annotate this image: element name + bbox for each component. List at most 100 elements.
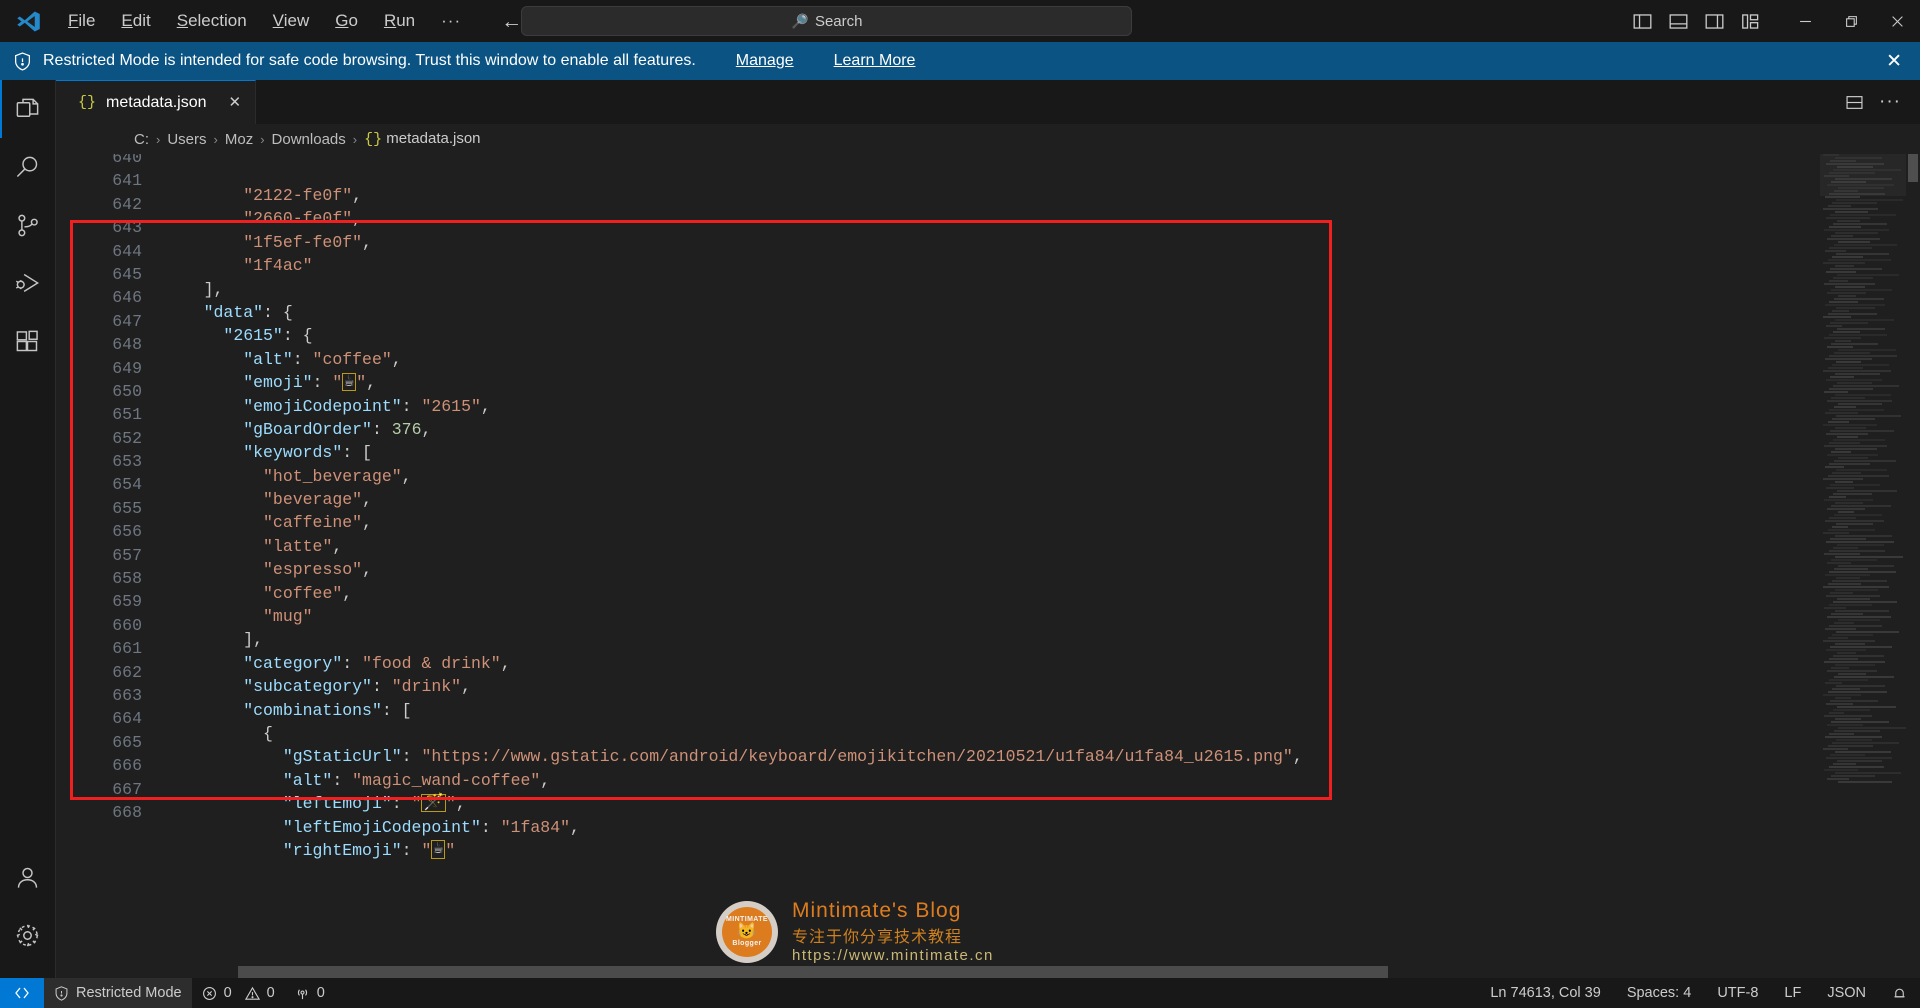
problems-status[interactable]: 0 0 (192, 978, 285, 1008)
line-number: 646 (112, 288, 142, 308)
code-line[interactable]: "rightEmoji": " ☕ " (164, 839, 1920, 862)
ports-status[interactable]: 0 (285, 978, 335, 1008)
banner-learn-more-link[interactable]: Learn More (834, 52, 916, 70)
language-mode-status[interactable]: JSON (1814, 978, 1879, 1008)
code-line[interactable]: "1f5ef-fe0f", (164, 231, 1920, 254)
code-line[interactable]: "subcategory": "drink", (164, 675, 1920, 698)
code-line[interactable]: "gBoardOrder": 376, (164, 418, 1920, 441)
horizontal-scrollbar[interactable] (164, 966, 1820, 978)
breadcrumb-separator: › (156, 131, 161, 147)
split-editor-icon[interactable] (1838, 86, 1870, 118)
sidebar-item-source-control[interactable] (0, 196, 56, 254)
code-token: "food & drink" (362, 653, 501, 673)
cursor-position-status[interactable]: Ln 74613, Col 39 (1477, 978, 1613, 1008)
code-line[interactable]: "emojiCodepoint": "2615", (164, 395, 1920, 418)
customize-layout-icon[interactable] (1732, 6, 1768, 36)
code-line[interactable]: "alt": "coffee", (164, 348, 1920, 371)
code-line[interactable]: "2615": { (164, 324, 1920, 347)
code-token: : (401, 747, 422, 767)
code-line[interactable]: "gStaticUrl": "https://www.gstatic.com/a… (164, 745, 1920, 768)
code-token: "leftEmoji" (282, 794, 392, 814)
code-line[interactable]: "leftEmoji": " 🪄 ", (164, 792, 1920, 815)
code-line[interactable]: "latte", (164, 535, 1920, 558)
code-line[interactable]: "caffeine", (164, 511, 1920, 534)
horizontal-scrollbar-thumb[interactable] (238, 966, 1388, 978)
sidebar-item-settings[interactable] (0, 906, 56, 964)
sidebar-item-search[interactable] (0, 138, 56, 196)
line-number: 641 (112, 171, 142, 191)
sidebar-item-extensions[interactable] (0, 312, 56, 370)
sidebar-item-run-debug[interactable] (0, 254, 56, 312)
radio-tower-icon (297, 988, 307, 999)
code-line[interactable]: "1f4ac" (164, 254, 1920, 277)
code-line[interactable]: "combinations": [ (164, 699, 1920, 722)
more-actions-icon[interactable]: ··· (1874, 86, 1906, 118)
breadcrumb-segment-0[interactable]: C: (134, 131, 149, 148)
indentation-status[interactable]: Spaces: 4 (1614, 978, 1705, 1008)
menu-view[interactable]: View (261, 7, 322, 35)
banner-manage-link[interactable]: Manage (736, 52, 794, 70)
breadcrumb-segment-2[interactable]: Moz (225, 131, 253, 148)
code-line[interactable]: "mug" (164, 605, 1920, 628)
code-line[interactable]: "beverage", (164, 488, 1920, 511)
code-line[interactable]: "coffee", (164, 582, 1920, 605)
vertical-scrollbar-thumb[interactable] (1908, 154, 1918, 182)
code-token: "alt" (282, 770, 333, 790)
notifications-bell-button[interactable] (1879, 978, 1920, 1008)
toggle-panel-icon[interactable] (1660, 6, 1696, 36)
code-content[interactable]: "2122-fe0f", "2660-fe0f", "1f5ef-fe0f", … (164, 154, 1920, 978)
code-line[interactable]: ], (164, 278, 1920, 301)
restricted-mode-status[interactable]: Restricted Mode (44, 978, 192, 1008)
code-line[interactable]: "keywords": [ (164, 441, 1920, 464)
menu-go[interactable]: Go (323, 7, 370, 35)
sidebar-item-accounts[interactable] (0, 848, 56, 906)
breadcrumb-file[interactable]: {} metadata.json (364, 130, 480, 148)
code-line[interactable]: "emoji": " ☕ ", (164, 371, 1920, 394)
menu-run[interactable]: Run (372, 7, 427, 35)
code-line[interactable]: "2660-fe0f", (164, 207, 1920, 230)
window-minimize-button[interactable] (1782, 0, 1828, 42)
menu-selection[interactable]: Selection (165, 7, 259, 35)
sidebar-item-explorer[interactable] (0, 80, 56, 138)
code-token: , (391, 349, 402, 369)
search-placeholder: Search (814, 12, 863, 30)
encoding-status[interactable]: UTF-8 (1704, 978, 1771, 1008)
toggle-secondary-sidebar-icon[interactable] (1696, 6, 1732, 36)
menu-file[interactable]: File (56, 7, 107, 35)
watermark-title: Mintimate's Blog (792, 899, 962, 922)
window-close-button[interactable] (1874, 0, 1920, 42)
close-icon[interactable]: ✕ (229, 95, 242, 110)
code-line[interactable]: "alt": "magic_wand-coffee", (164, 769, 1920, 792)
toggle-primary-sidebar-icon[interactable] (1624, 6, 1660, 36)
code-line[interactable]: "hot_beverage", (164, 465, 1920, 488)
code-editor[interactable]: 640 641 642 643 644 645 646 647 648 649 650 651 652 6… (56, 154, 1920, 978)
line-number: 668 (112, 802, 142, 822)
breadcrumb-segment-3[interactable]: Downloads (272, 131, 346, 148)
breadcrumb-segment-1[interactable]: Users (167, 131, 206, 148)
code-line[interactable]: { (164, 722, 1920, 745)
search-input[interactable]: 🔍 Search (521, 6, 1132, 36)
code-line[interactable]: "2122-fe0f", (164, 184, 1920, 207)
tab-metadata-json[interactable]: {} metadata.json ✕ (56, 80, 257, 124)
code-line[interactable]: ], (164, 628, 1920, 651)
back-arrow-icon[interactable]: ← (501, 11, 522, 32)
remote-window-button[interactable] (0, 978, 44, 1008)
code-line[interactable]: "category": "food & drink", (164, 652, 1920, 675)
code-token: : [ (381, 700, 412, 720)
code-line[interactable]: "espresso", (164, 558, 1920, 581)
menu-edit[interactable]: Edit (109, 7, 162, 35)
vertical-scrollbar[interactable] (1906, 154, 1920, 978)
code-line[interactable]: "data": { (164, 301, 1920, 324)
window-restore-button[interactable] (1828, 0, 1874, 42)
menu-more[interactable]: ··· (429, 7, 473, 35)
eol-status[interactable]: LF (1771, 978, 1814, 1008)
code-token: , (455, 794, 466, 814)
line-number: 650 (112, 381, 142, 401)
code-line[interactable]: "leftEmojiCodepoint": "1fa84", (164, 816, 1920, 839)
emoji-glyph: ☕ (431, 839, 446, 859)
banner-close-icon[interactable]: ✕ (1882, 52, 1906, 71)
